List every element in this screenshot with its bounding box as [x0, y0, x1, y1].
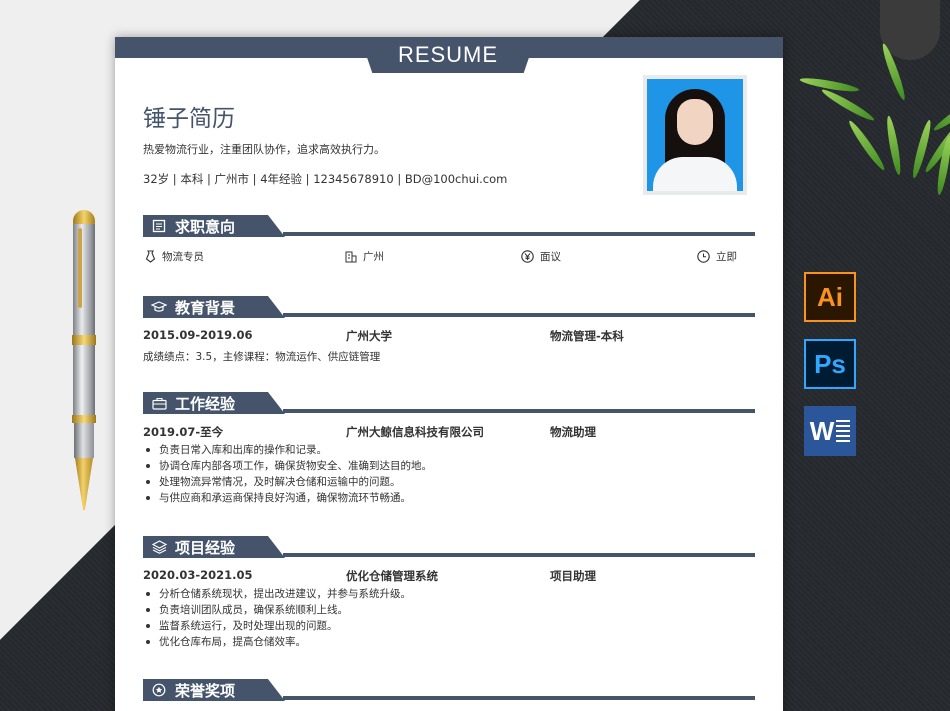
list-item: 协调仓库内部各项工作，确保货物安全、准确到达目的地。	[143, 458, 432, 474]
project-name: 优化仓储管理系统	[346, 569, 438, 583]
work-role: 物流助理	[550, 425, 596, 439]
list-item: 处理物流异常情况，及时解决仓储和运输中的问题。	[143, 474, 432, 490]
intent-row: 物流专员 广州 面议 立即	[143, 249, 755, 265]
basic-info: 32岁 | 本科 | 广州市 | 4年经验 | 12345678910 | BD…	[143, 172, 508, 186]
candidate-name: 锤子简历	[143, 106, 235, 132]
ps-icon: Ps	[804, 339, 856, 389]
graduation-cap-icon	[151, 299, 167, 315]
intent-availability: 立即	[697, 249, 737, 264]
ai-icon: Ai	[804, 272, 856, 322]
education-detail: 成绩绩点：3.5，主修课程：物流运作、供应链管理	[143, 351, 381, 363]
intent-salary: 面议	[521, 249, 561, 264]
resume-page: RESUME 锤子简历 热爱物流行业，注重团队协作，追求高效执行力。 32岁 |…	[115, 37, 783, 711]
word-icon: W	[804, 406, 856, 456]
resume-title-tab: RESUME	[360, 37, 536, 73]
layers-icon	[151, 539, 167, 555]
project-role: 项目助理	[550, 569, 596, 583]
list-item: 分析仓储系统现状，提出改进建议，并参与系统升级。	[143, 586, 411, 602]
intent-position: 物流专员	[145, 249, 204, 264]
section-header-education: 教育背景	[143, 296, 755, 318]
education-date: 2015.09-2019.06	[143, 328, 253, 342]
briefcase-icon	[151, 395, 167, 411]
education-school: 广州大学	[346, 329, 392, 343]
clipboard-icon	[151, 218, 167, 234]
self-intro: 热爱物流行业，注重团队协作，追求高效执行力。	[143, 143, 385, 156]
project-date: 2020.03-2021.05	[143, 568, 253, 582]
work-bullets: 负责日常入库和出库的操作和记录。 协调仓库内部各项工作，确保货物安全、准确到达目…	[143, 442, 432, 506]
list-item: 与供应商和承运商保持良好沟通，确保物流环节畅通。	[143, 490, 432, 506]
plant-illustration	[799, 0, 950, 200]
list-item: 监督系统运行，及时处理出现的问题。	[143, 618, 411, 634]
yen-icon	[521, 250, 534, 263]
medal-icon	[151, 682, 167, 698]
work-date: 2019.07-至今	[143, 425, 224, 439]
education-major: 物流管理-本科	[550, 329, 624, 343]
project-bullets: 分析仓储系统现状，提出改进建议，并参与系统升级。 负责培训团队成员，确保系统顺利…	[143, 586, 411, 650]
section-header-awards: 荣誉奖项	[143, 679, 755, 701]
pen-illustration	[70, 210, 98, 510]
building-icon	[345, 251, 357, 262]
list-item: 负责培训团队成员，确保系统顺利上线。	[143, 602, 411, 618]
work-company: 广州大鲸信息科技有限公司	[346, 425, 484, 439]
intent-city: 广州	[345, 249, 384, 264]
section-header-intent: 求职意向	[143, 215, 755, 237]
section-header-work: 工作经验	[143, 392, 755, 414]
clock-icon	[697, 250, 710, 263]
list-item: 负责日常入库和出库的操作和记录。	[143, 442, 432, 458]
section-header-project: 项目经验	[143, 536, 755, 558]
tie-icon	[145, 250, 156, 263]
list-item: 优化仓库布局，提高仓储效率。	[143, 634, 411, 650]
profile-photo	[643, 75, 747, 195]
